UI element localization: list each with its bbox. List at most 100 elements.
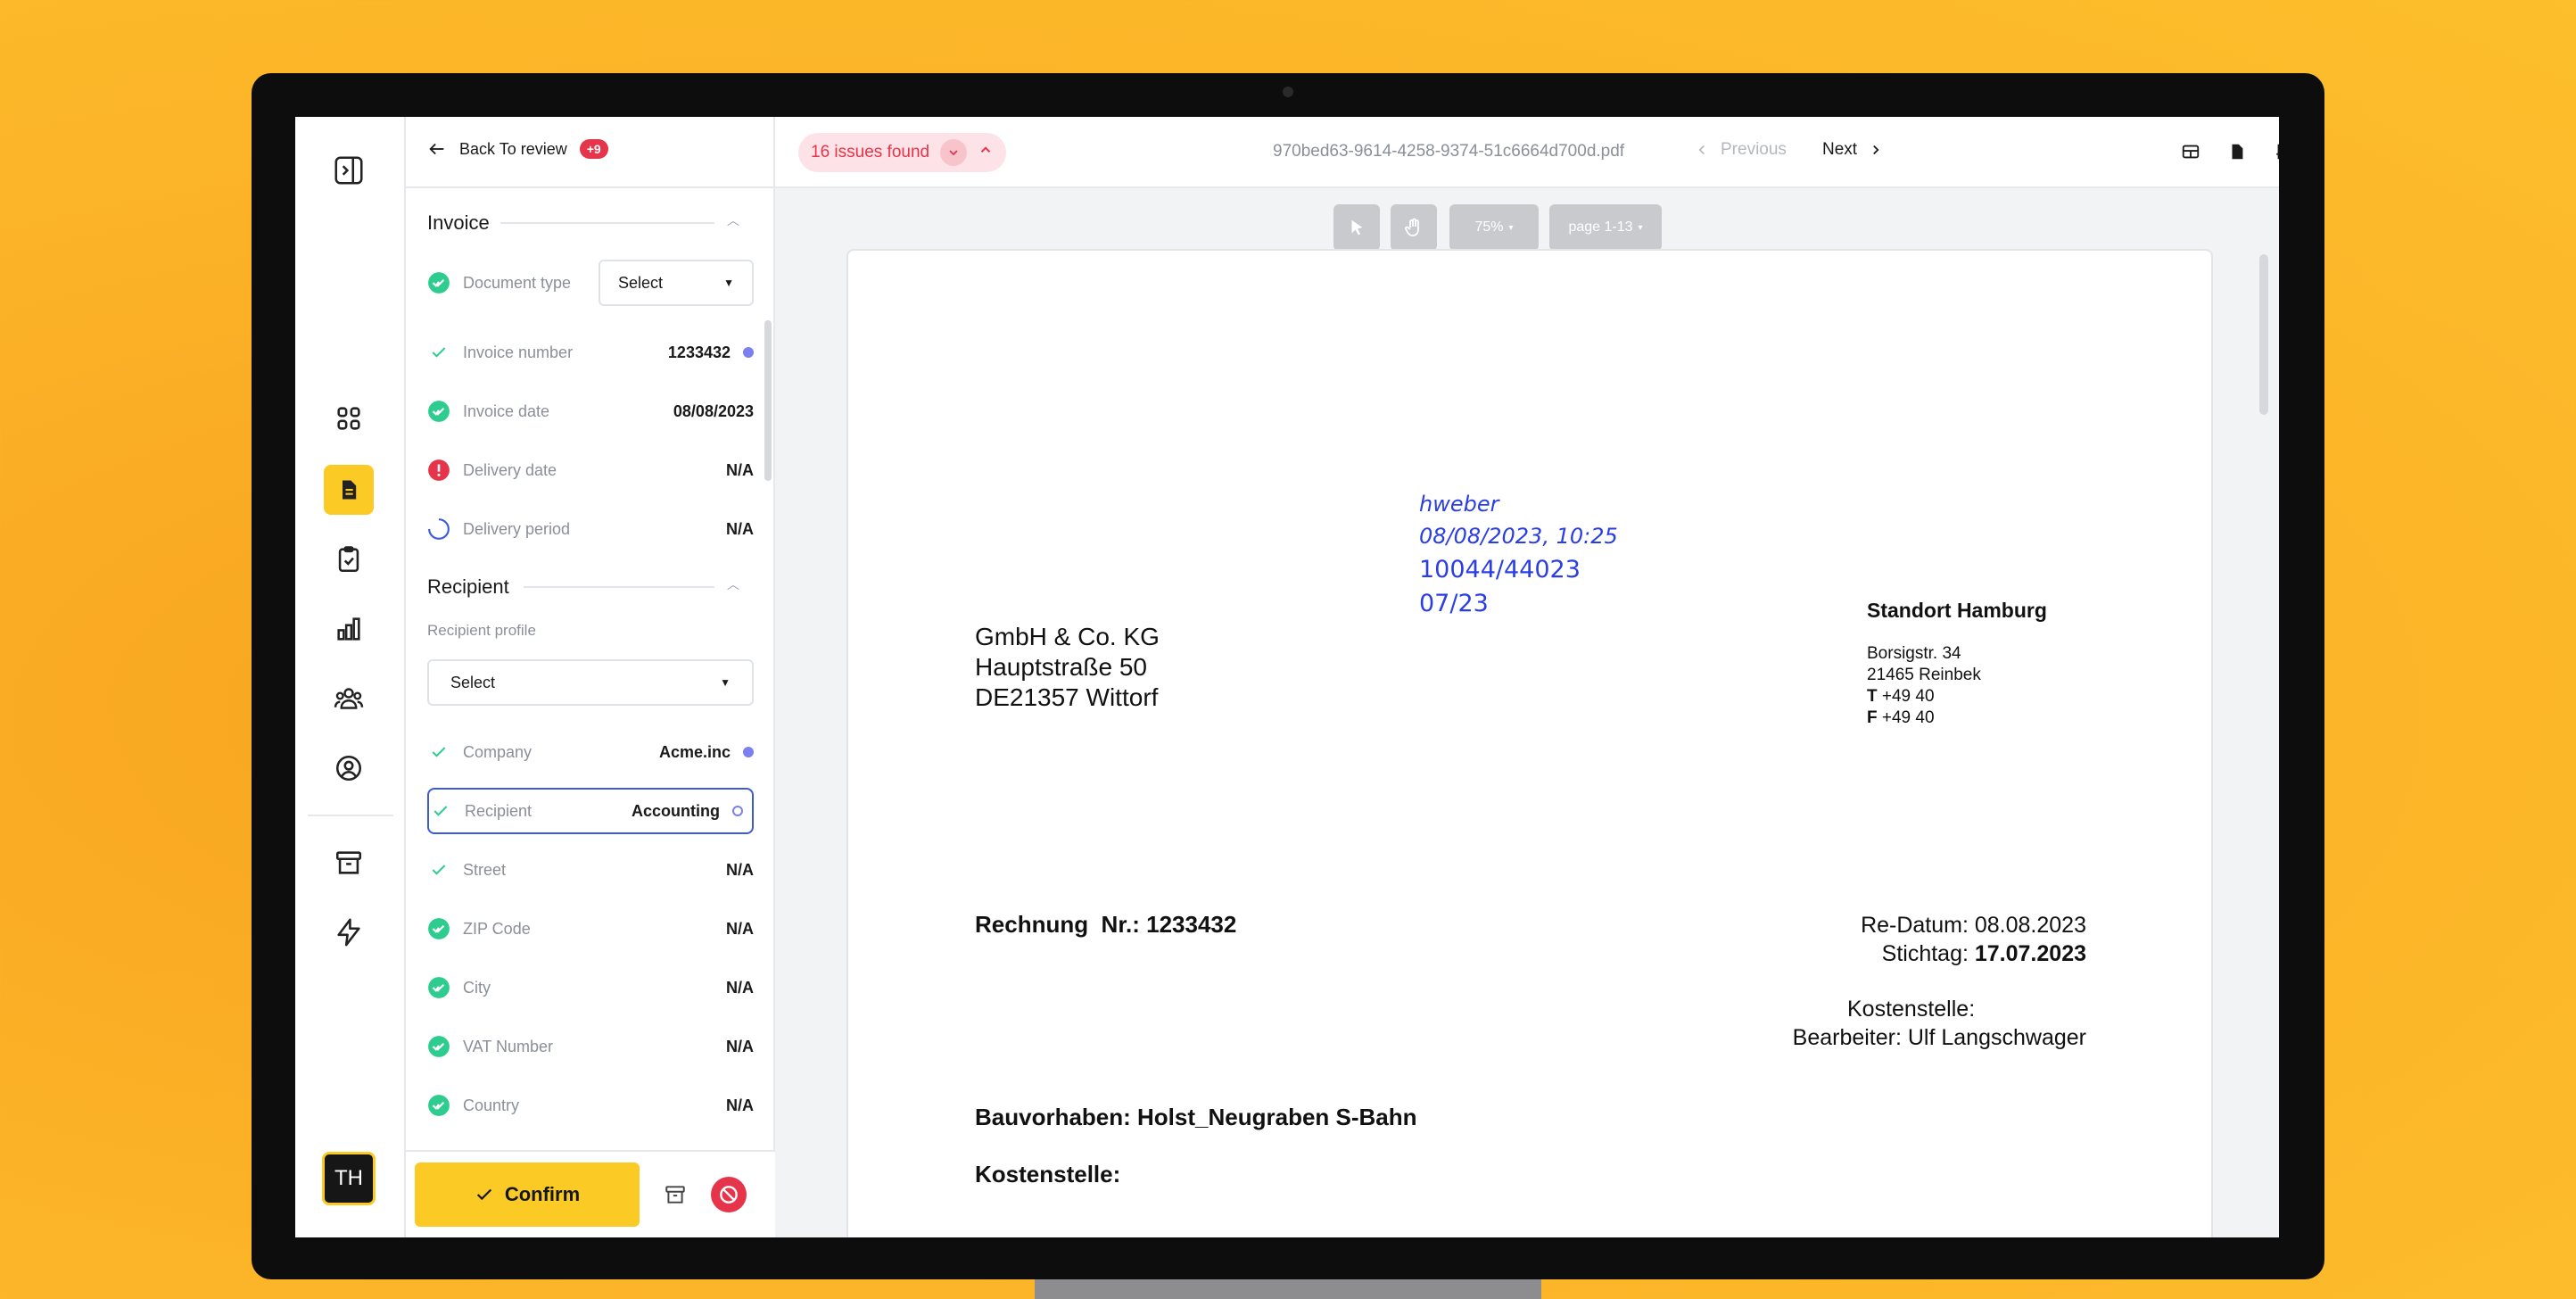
invoice-section-title[interactable]: Invoice (427, 211, 490, 235)
caret-down-icon: ▾ (1508, 222, 1514, 233)
automation-bolt-icon[interactable] (324, 907, 374, 957)
chevron-down-icon[interactable] (940, 139, 968, 166)
re-datum: Re-Datum: 08.08.2023 (1861, 913, 2086, 938)
archive-icon[interactable] (324, 838, 374, 888)
table-view-icon[interactable] (2179, 140, 2202, 163)
next-button[interactable]: Next (1822, 140, 1884, 160)
field-delivery-date[interactable]: Delivery date N/A (427, 447, 754, 493)
archive-button[interactable] (659, 1179, 691, 1211)
field-value: N/A (726, 919, 754, 938)
stamp-datetime: 08/08/2023, 10:25 (1419, 524, 1618, 549)
chevron-up-icon[interactable]: ︿ (727, 575, 739, 593)
field-value: N/A (726, 860, 754, 879)
field-country[interactable]: Country N/A (427, 1082, 754, 1129)
documents-icon[interactable] (324, 465, 374, 515)
next-label: Next (1822, 140, 1858, 159)
app-screen: TH Back To review +9 Invoice ︿ Document … (295, 117, 2279, 1237)
field-recipient[interactable]: Recipient Accounting (427, 788, 754, 834)
dashboard-icon[interactable] (324, 393, 374, 443)
field-vat-number[interactable]: VAT Number N/A (427, 1023, 754, 1070)
kostenstelle-right: Kostenstelle: (1847, 997, 1976, 1022)
field-invoice-number[interactable]: Invoice number 1233432 (427, 329, 754, 376)
block-icon (720, 1186, 738, 1204)
field-label: Invoice date (463, 401, 550, 420)
back-label: Back To review (459, 139, 567, 158)
previous-label: Previous (1721, 140, 1787, 159)
field-street[interactable]: Street N/A (427, 847, 754, 893)
confirm-label: Confirm (504, 1183, 581, 1205)
field-label: Invoice number (463, 343, 574, 361)
field-value: 08/08/2023 (673, 401, 754, 420)
field-label: Country (463, 1096, 520, 1114)
chevron-left-icon (1698, 145, 1705, 155)
field-label: Delivery date (463, 460, 557, 479)
check-icon (427, 741, 450, 764)
field-label: City (463, 978, 491, 997)
pan-tool-button[interactable] (1391, 204, 1437, 251)
panel-scrollbar[interactable] (764, 320, 772, 481)
tasks-icon[interactable] (324, 534, 374, 584)
verified-icon (427, 400, 450, 423)
settings-sliders-icon[interactable] (2272, 140, 2279, 163)
info-ring-icon (732, 806, 743, 816)
fax-line: F +49 40 (1867, 707, 1981, 729)
stamp-reference: 10044/44023 (1419, 556, 1581, 583)
viewer-toolbar: 16 issues found 970bed63-9614-4258-9374-… (775, 117, 2279, 188)
analytics-icon[interactable] (324, 604, 374, 654)
field-value: N/A (726, 1096, 754, 1114)
document-filename: 970bed63-9614-4258-9374-51c6664d700d.pdf (1273, 142, 1625, 161)
arrow-left-icon (429, 143, 444, 155)
profile-icon[interactable] (324, 743, 374, 793)
camera-dot (1283, 87, 1293, 97)
verified-icon (427, 917, 450, 940)
field-city[interactable]: City N/A (427, 964, 754, 1011)
field-value: N/A (726, 1037, 754, 1055)
caret-down-icon: ▼ (720, 676, 731, 689)
nav-rail: TH (295, 117, 406, 1237)
field-value: N/A (726, 519, 754, 538)
viewer-scrollbar[interactable] (2259, 254, 2268, 415)
fax: +49 40 (1881, 708, 1935, 727)
fax-prefix: F (1867, 708, 1878, 727)
field-value: Acme.inc (658, 742, 731, 761)
collapse-sidebar-icon[interactable] (324, 145, 374, 195)
chevron-up-icon[interactable]: ︿ (727, 211, 739, 229)
stichtag: Stichtag: 17.07.2023 (1882, 941, 2086, 967)
document-viewer: 75% ▾ page 1-13 ▾ hweber 08/08/2023, 10:… (775, 188, 2279, 1237)
field-company[interactable]: Company Acme.inc (427, 729, 754, 775)
avatar[interactable]: TH (322, 1152, 376, 1205)
phone-line: T +49 40 (1867, 686, 1981, 707)
back-to-review-link[interactable]: Back To review +9 (427, 135, 608, 163)
document-type-select[interactable]: Select ▼ (599, 260, 754, 306)
issues-label: 16 issues found (811, 143, 930, 161)
chevron-up-icon[interactable] (978, 142, 994, 163)
hand-icon (1405, 218, 1419, 236)
field-label: Street (463, 860, 507, 879)
panel-divider (406, 186, 775, 188)
field-label: VAT Number (463, 1037, 554, 1055)
check-icon (427, 341, 450, 364)
issues-pill[interactable]: 16 issues found (798, 133, 1007, 172)
recipient-section-title[interactable]: Recipient (427, 575, 509, 599)
previous-button[interactable]: Previous (1694, 140, 1787, 160)
document-view-icon[interactable] (2225, 140, 2249, 163)
sender-line: DE21357 Wittorf (975, 683, 1159, 711)
page-select[interactable]: page 1-13 ▾ (1549, 204, 1662, 251)
sender-address: GmbH & Co. KG Hauptstraße 50 DE21357 Wit… (975, 622, 1160, 713)
confirm-button[interactable]: Confirm (415, 1162, 640, 1227)
reject-button[interactable] (711, 1177, 747, 1212)
field-value: 1233432 (667, 343, 731, 361)
field-label: Document type (463, 273, 572, 292)
recipient-profile-select[interactable]: Select ▼ (427, 659, 754, 706)
select-tool-button[interactable] (1333, 204, 1380, 251)
field-value: N/A (726, 978, 754, 997)
field-label: Recipient (465, 801, 533, 820)
team-icon[interactable] (324, 674, 374, 724)
field-invoice-date[interactable]: Invoice date 08/08/2023 (427, 388, 754, 434)
field-zip-code[interactable]: ZIP Code N/A (427, 906, 754, 952)
zoom-select[interactable]: 75% ▾ (1449, 204, 1539, 251)
archive-icon (665, 1186, 685, 1204)
bauvorhaben: Bauvorhaben: Holst_Neugraben S-Bahn (975, 1104, 1417, 1130)
field-delivery-period[interactable]: Delivery period N/A (427, 506, 754, 552)
avatar-initials: TH (334, 1166, 363, 1190)
